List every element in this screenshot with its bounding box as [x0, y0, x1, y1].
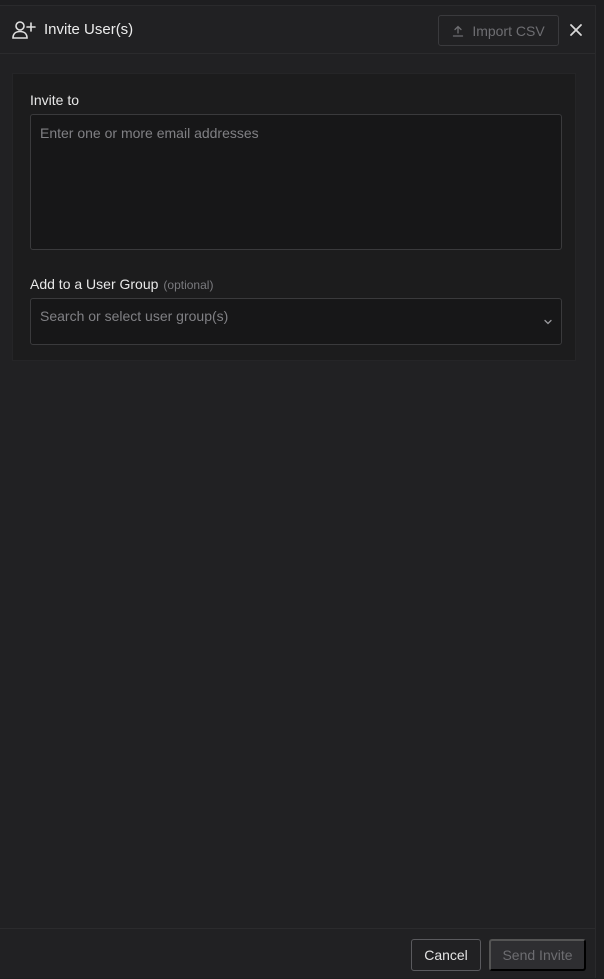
import-csv-label: Import CSV [472, 22, 545, 39]
close-icon[interactable] [568, 22, 584, 38]
import-csv-button[interactable]: Import CSV [438, 15, 559, 46]
invite-to-label: Invite to [30, 92, 79, 108]
user-group-placeholder: Search or select user group(s) [40, 308, 229, 324]
user-group-select[interactable]: Search or select user group(s) [30, 298, 562, 345]
email-addresses-input[interactable]: Enter one or more email addresses [30, 114, 562, 250]
invite-users-dialog: Invite User(s) Import CSV Invite to Ente… [0, 5, 596, 978]
cancel-button[interactable]: Cancel [411, 939, 481, 971]
upload-icon [453, 25, 464, 37]
email-placeholder: Enter one or more email addresses [40, 125, 259, 141]
invite-form: Invite to Enter one or more email addres… [12, 73, 576, 361]
dialog-header: Invite User(s) Import CSV [0, 6, 595, 54]
dialog-title: Invite User(s) [44, 21, 134, 38]
chevron-down-icon [544, 319, 552, 325]
invite-to-label-text: Invite to [30, 92, 80, 108]
optional-hint: (optional) [163, 278, 214, 292]
user-plus-icon [12, 21, 36, 39]
send-invite-button[interactable]: Send Invite [489, 939, 586, 971]
dialog-footer: Cancel Send Invite [0, 928, 595, 979]
user-group-label: Add to a User Group (optional) [30, 276, 213, 292]
user-group-label-text: Add to a User Group [30, 276, 159, 292]
